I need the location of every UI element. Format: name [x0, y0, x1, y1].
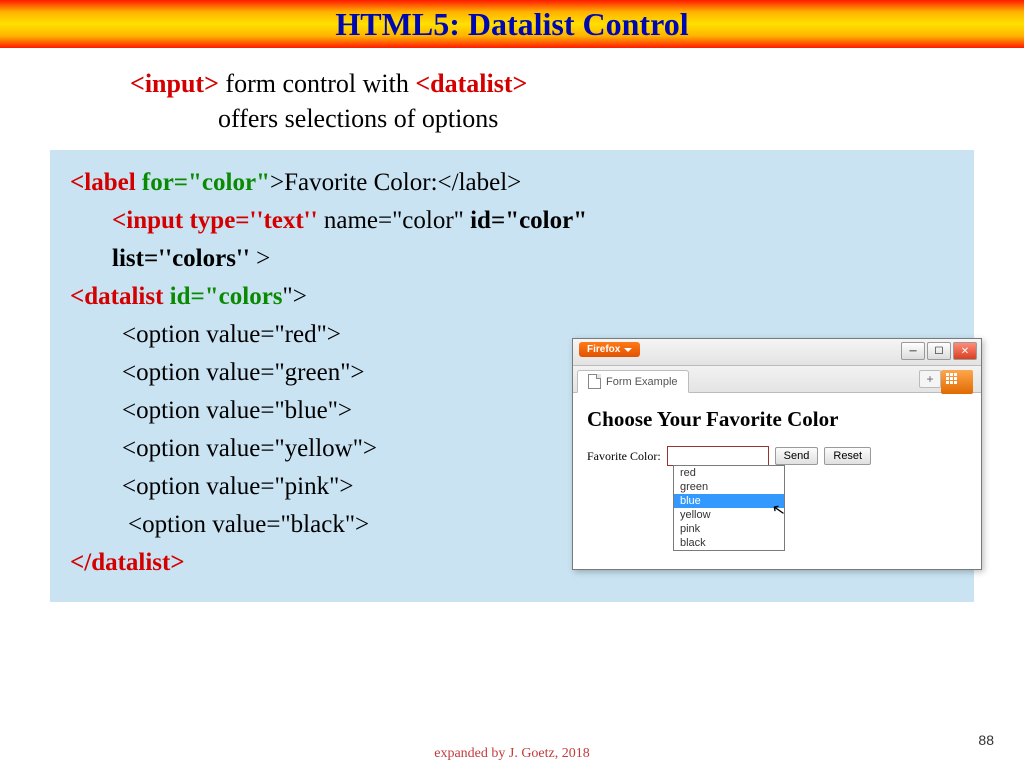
tab-label: Form Example — [606, 376, 678, 388]
maximize-button[interactable]: ☐ — [927, 342, 951, 360]
slide-title-bar: HTML5: Datalist Control — [0, 0, 1024, 48]
datalist-tag: <datalist> — [415, 69, 527, 98]
send-button[interactable]: Send — [775, 447, 819, 465]
datalist-option[interactable]: red — [674, 466, 784, 480]
datalist-option[interactable]: pink — [674, 522, 784, 536]
input-tag: <input> — [130, 69, 219, 98]
form-label: Favorite Color: — [587, 449, 661, 464]
options-grid-icon[interactable] — [941, 370, 973, 394]
new-tab-button[interactable]: + — [919, 370, 941, 388]
browser-preview: Firefox ─ ☐ ✕ Form Example + Choose Your… — [572, 338, 982, 570]
firefox-menu-button[interactable]: Firefox — [579, 342, 640, 357]
footer-credit: expanded by J. Goetz, 2018 — [0, 746, 1024, 762]
datalist-option[interactable]: yellow — [674, 508, 784, 522]
page-content: Choose Your Favorite Color Favorite Colo… — [573, 393, 981, 569]
reset-button[interactable]: Reset — [824, 447, 871, 465]
slide-title: HTML5: Datalist Control — [335, 6, 688, 43]
color-input[interactable] — [667, 446, 769, 466]
page-number: 88 — [978, 732, 994, 748]
file-icon — [588, 374, 601, 389]
window-controls: ─ ☐ ✕ — [901, 342, 977, 360]
chevron-down-icon — [624, 348, 632, 352]
color-form-row: Favorite Color: Send Reset — [587, 446, 967, 466]
datalist-option[interactable]: green — [674, 480, 784, 494]
window-titlebar: Firefox ─ ☐ ✕ — [573, 339, 981, 366]
datalist-option[interactable]: blue — [674, 494, 784, 508]
browser-tab[interactable]: Form Example — [577, 370, 689, 393]
browser-tabbar: Form Example + — [573, 366, 981, 393]
firefox-label: Firefox — [587, 344, 620, 355]
slide-subtitle: <input> form control with <datalist> off… — [130, 66, 1024, 136]
datalist-option[interactable]: black — [674, 536, 784, 550]
datalist-dropdown[interactable]: ↖ redgreenblueyellowpinkblack — [673, 465, 785, 551]
minimize-button[interactable]: ─ — [901, 342, 925, 360]
close-button[interactable]: ✕ — [953, 342, 977, 360]
page-heading: Choose Your Favorite Color — [587, 407, 967, 432]
